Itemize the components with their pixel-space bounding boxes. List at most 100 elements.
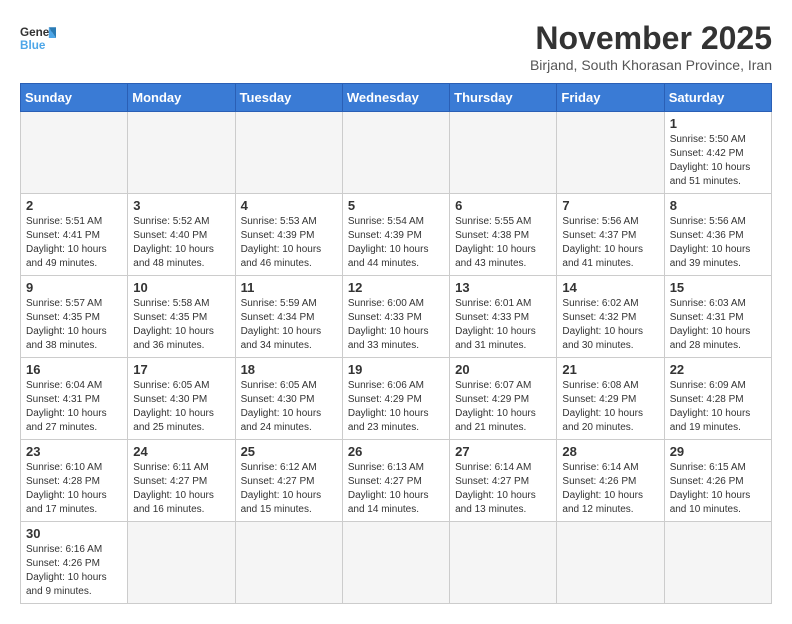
- calendar-day-cell-7: 7 Sunrise: 5:56 AM Sunset: 4:37 PM Daylig…: [557, 194, 664, 276]
- day-number: 6: [455, 198, 551, 213]
- header: General Blue November 2025 Birjand, Sout…: [20, 20, 772, 73]
- day-info: Sunrise: 6:10 AM Sunset: 4:28 PM Dayligh…: [26, 461, 122, 517]
- day-info: Sunrise: 5:55 AM Sunset: 4:38 PM Dayligh…: [455, 215, 551, 271]
- day-number: 3: [133, 198, 229, 213]
- calendar-week-row-4: 23 Sunrise: 6:10 AM Sunset: 4:28 PM Dayli…: [21, 440, 772, 522]
- calendar-empty-cell: [235, 522, 342, 604]
- weekday-header-monday: Monday: [128, 84, 235, 112]
- calendar-day-cell-2: 2 Sunrise: 5:51 AM Sunset: 4:41 PM Daylig…: [21, 194, 128, 276]
- weekday-header-saturday: Saturday: [664, 84, 771, 112]
- day-number: 5: [348, 198, 444, 213]
- calendar-empty-cell: [450, 112, 557, 194]
- day-number: 13: [455, 280, 551, 295]
- month-year-title: November 2025: [530, 20, 772, 57]
- day-info: Sunrise: 6:14 AM Sunset: 4:26 PM Dayligh…: [562, 461, 658, 517]
- day-info: Sunrise: 6:13 AM Sunset: 4:27 PM Dayligh…: [348, 461, 444, 517]
- day-number: 9: [26, 280, 122, 295]
- calendar-day-cell-14: 14Sunrise: 6:02 AM Sunset: 4:32 PM Dayli…: [557, 276, 664, 358]
- day-number: 26: [348, 444, 444, 459]
- weekday-header-thursday: Thursday: [450, 84, 557, 112]
- calendar-day-cell-28: 28Sunrise: 6:14 AM Sunset: 4:26 PM Dayli…: [557, 440, 664, 522]
- day-info: Sunrise: 5:59 AM Sunset: 4:34 PM Dayligh…: [241, 297, 337, 353]
- day-number: 24: [133, 444, 229, 459]
- calendar-day-cell-12: 12Sunrise: 6:00 AM Sunset: 4:33 PM Dayli…: [342, 276, 449, 358]
- calendar-day-cell-29: 29Sunrise: 6:15 AM Sunset: 4:26 PM Dayli…: [664, 440, 771, 522]
- calendar-week-row-1: 2 Sunrise: 5:51 AM Sunset: 4:41 PM Daylig…: [21, 194, 772, 276]
- day-number: 2: [26, 198, 122, 213]
- day-info: Sunrise: 5:56 AM Sunset: 4:36 PM Dayligh…: [670, 215, 766, 271]
- day-info: Sunrise: 6:14 AM Sunset: 4:27 PM Dayligh…: [455, 461, 551, 517]
- weekday-header-wednesday: Wednesday: [342, 84, 449, 112]
- day-info: Sunrise: 6:08 AM Sunset: 4:29 PM Dayligh…: [562, 379, 658, 435]
- day-info: Sunrise: 5:56 AM Sunset: 4:37 PM Dayligh…: [562, 215, 658, 271]
- calendar-empty-cell: [664, 522, 771, 604]
- day-number: 30: [26, 526, 122, 541]
- day-info: Sunrise: 5:50 AM Sunset: 4:42 PM Dayligh…: [670, 133, 766, 189]
- calendar-day-cell-24: 24Sunrise: 6:11 AM Sunset: 4:27 PM Dayli…: [128, 440, 235, 522]
- svg-text:Blue: Blue: [20, 39, 46, 52]
- calendar-empty-cell: [342, 112, 449, 194]
- day-number: 1: [670, 116, 766, 131]
- calendar-day-cell-30: 30 Sunrise: 6:16 AM Sunset: 4:26 PM Dayli…: [21, 522, 128, 604]
- calendar-day-cell-16: 16Sunrise: 6:04 AM Sunset: 4:31 PM Dayli…: [21, 358, 128, 440]
- calendar-empty-cell: [342, 522, 449, 604]
- calendar-day-cell-13: 13 Sunrise: 6:01 AM Sunset: 4:33 PM Dayli…: [450, 276, 557, 358]
- day-info: Sunrise: 5:51 AM Sunset: 4:41 PM Dayligh…: [26, 215, 122, 271]
- day-info: Sunrise: 6:03 AM Sunset: 4:31 PM Dayligh…: [670, 297, 766, 353]
- day-number: 12: [348, 280, 444, 295]
- calendar-day-cell-25: 25Sunrise: 6:12 AM Sunset: 4:27 PM Dayli…: [235, 440, 342, 522]
- day-number: 10: [133, 280, 229, 295]
- day-number: 20: [455, 362, 551, 377]
- day-number: 8: [670, 198, 766, 213]
- weekday-header-row: SundayMondayTuesdayWednesdayThursdayFrid…: [21, 84, 772, 112]
- calendar-day-cell-9: 9 Sunrise: 5:57 AM Sunset: 4:35 PM Daylig…: [21, 276, 128, 358]
- calendar-day-cell-20: 20 Sunrise: 6:07 AM Sunset: 4:29 PM Dayli…: [450, 358, 557, 440]
- day-info: Sunrise: 6:16 AM Sunset: 4:26 PM Dayligh…: [26, 543, 122, 599]
- day-number: 4: [241, 198, 337, 213]
- day-number: 14: [562, 280, 658, 295]
- day-number: 27: [455, 444, 551, 459]
- calendar-week-row-0: 1 Sunrise: 5:50 AM Sunset: 4:42 PM Daylig…: [21, 112, 772, 194]
- generalblue-logo-icon: General Blue: [20, 20, 56, 56]
- day-number: 21: [562, 362, 658, 377]
- day-number: 16: [26, 362, 122, 377]
- day-info: Sunrise: 5:54 AM Sunset: 4:39 PM Dayligh…: [348, 215, 444, 271]
- location-subtitle: Birjand, South Khorasan Province, Iran: [530, 57, 772, 73]
- day-info: Sunrise: 6:01 AM Sunset: 4:33 PM Dayligh…: [455, 297, 551, 353]
- calendar-day-cell-3: 3 Sunrise: 5:52 AM Sunset: 4:40 PM Daylig…: [128, 194, 235, 276]
- calendar-day-cell-26: 26 Sunrise: 6:13 AM Sunset: 4:27 PM Dayli…: [342, 440, 449, 522]
- day-number: 7: [562, 198, 658, 213]
- calendar-day-cell-10: 10 Sunrise: 5:58 AM Sunset: 4:35 PM Dayli…: [128, 276, 235, 358]
- day-number: 29: [670, 444, 766, 459]
- day-info: Sunrise: 5:57 AM Sunset: 4:35 PM Dayligh…: [26, 297, 122, 353]
- weekday-header-friday: Friday: [557, 84, 664, 112]
- calendar-week-row-5: 30 Sunrise: 6:16 AM Sunset: 4:26 PM Dayli…: [21, 522, 772, 604]
- day-info: Sunrise: 6:09 AM Sunset: 4:28 PM Dayligh…: [670, 379, 766, 435]
- day-info: Sunrise: 5:58 AM Sunset: 4:35 PM Dayligh…: [133, 297, 229, 353]
- day-number: 22: [670, 362, 766, 377]
- calendar-day-cell-1: 1 Sunrise: 5:50 AM Sunset: 4:42 PM Daylig…: [664, 112, 771, 194]
- day-number: 17: [133, 362, 229, 377]
- day-info: Sunrise: 5:53 AM Sunset: 4:39 PM Dayligh…: [241, 215, 337, 271]
- calendar-day-cell-27: 27 Sunrise: 6:14 AM Sunset: 4:27 PM Dayli…: [450, 440, 557, 522]
- calendar-day-cell-6: 6 Sunrise: 5:55 AM Sunset: 4:38 PM Daylig…: [450, 194, 557, 276]
- calendar-table: SundayMondayTuesdayWednesdayThursdayFrid…: [20, 83, 772, 604]
- day-number: 18: [241, 362, 337, 377]
- day-info: Sunrise: 6:07 AM Sunset: 4:29 PM Dayligh…: [455, 379, 551, 435]
- day-info: Sunrise: 6:05 AM Sunset: 4:30 PM Dayligh…: [241, 379, 337, 435]
- calendar-week-row-2: 9 Sunrise: 5:57 AM Sunset: 4:35 PM Daylig…: [21, 276, 772, 358]
- day-info: Sunrise: 6:05 AM Sunset: 4:30 PM Dayligh…: [133, 379, 229, 435]
- weekday-header-tuesday: Tuesday: [235, 84, 342, 112]
- day-info: Sunrise: 5:52 AM Sunset: 4:40 PM Dayligh…: [133, 215, 229, 271]
- calendar-empty-cell: [128, 112, 235, 194]
- calendar-day-cell-5: 5 Sunrise: 5:54 AM Sunset: 4:39 PM Daylig…: [342, 194, 449, 276]
- weekday-header-sunday: Sunday: [21, 84, 128, 112]
- calendar-empty-cell: [235, 112, 342, 194]
- logo: General Blue: [20, 20, 56, 56]
- day-number: 23: [26, 444, 122, 459]
- calendar-day-cell-4: 4 Sunrise: 5:53 AM Sunset: 4:39 PM Daylig…: [235, 194, 342, 276]
- calendar-empty-cell: [557, 112, 664, 194]
- day-number: 11: [241, 280, 337, 295]
- calendar-day-cell-15: 15 Sunrise: 6:03 AM Sunset: 4:31 PM Dayli…: [664, 276, 771, 358]
- day-number: 15: [670, 280, 766, 295]
